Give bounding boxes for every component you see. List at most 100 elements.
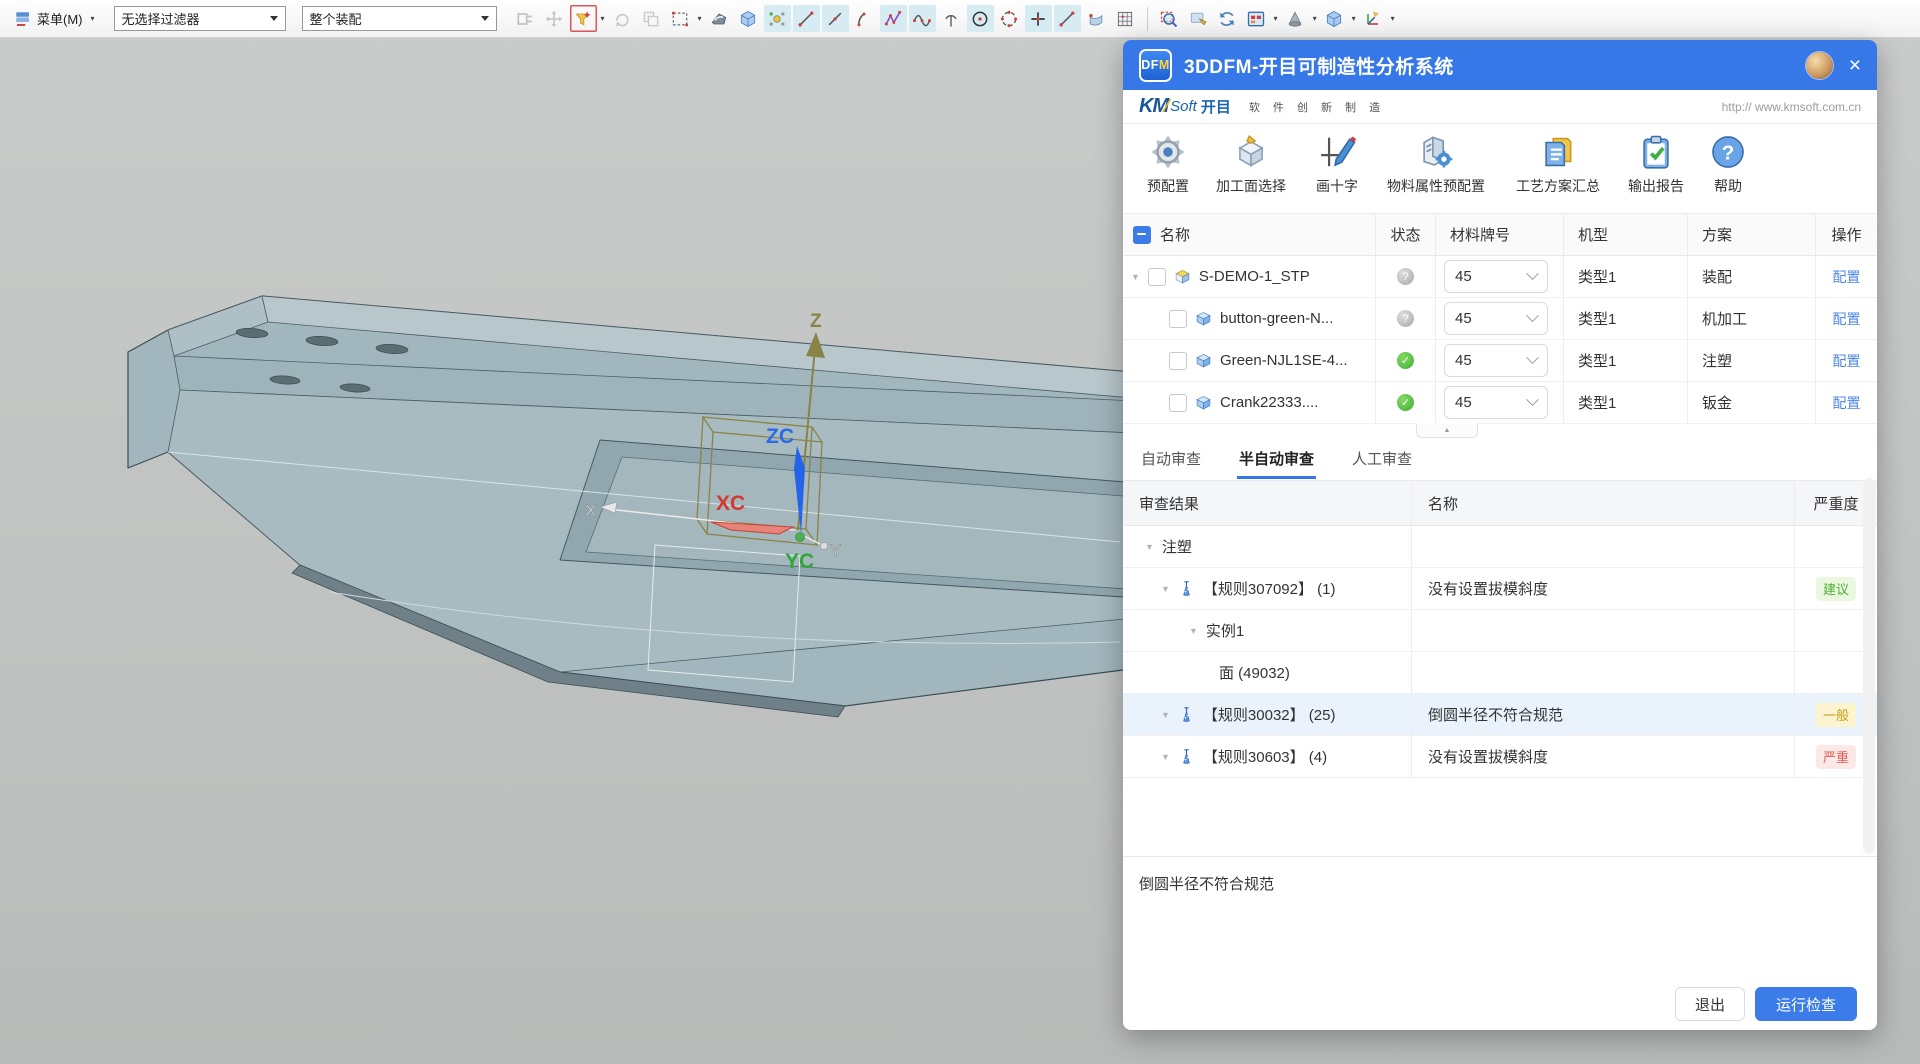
detail-section: 倒圆半径不符合规范 退出 运行检查: [1123, 856, 1877, 1030]
xc-axis-label: XC: [716, 492, 745, 515]
datum-grid-icon[interactable]: [1112, 5, 1139, 32]
result-row[interactable]: ▼ 实例1: [1123, 610, 1877, 652]
configure-link[interactable]: 配置: [1833, 309, 1861, 329]
close-icon[interactable]: ×: [1849, 55, 1861, 76]
associative-line-icon[interactable]: [1054, 5, 1081, 32]
configure-link[interactable]: 配置: [1833, 351, 1861, 371]
select-all-checkbox[interactable]: [1133, 226, 1151, 244]
circle-points-icon[interactable]: [996, 5, 1023, 32]
result-row[interactable]: ▼ 【规则307092】 (1) 没有设置拔模斜度 建议: [1123, 568, 1877, 610]
gear-icon: [1149, 133, 1187, 171]
menu-button[interactable]: 菜单(M) ▾: [8, 9, 104, 28]
configure-link[interactable]: 配置: [1833, 393, 1861, 413]
selection-scope-select[interactable]: 整个装配: [302, 6, 497, 31]
line-point-icon[interactable]: [822, 5, 849, 32]
selection-scope-value: 整个装配: [310, 9, 362, 28]
block-icon[interactable]: [735, 5, 762, 32]
run-check-button[interactable]: 运行检查: [1755, 987, 1857, 1021]
kmsoft-logo-soft: Soft: [1170, 98, 1197, 115]
refresh-icon[interactable]: [1214, 5, 1241, 32]
expand-caret-icon[interactable]: ▼: [1161, 710, 1170, 720]
pattern-component-icon[interactable]: [638, 5, 665, 32]
y-axis-label: Y: [830, 541, 841, 560]
expand-caret-icon[interactable]: ▼: [1161, 584, 1170, 594]
perpendicular-line-icon[interactable]: [938, 5, 965, 32]
expand-caret-icon[interactable]: ▼: [1145, 542, 1154, 552]
render-style-icon[interactable]: [1282, 5, 1309, 32]
reposition-component-icon[interactable]: [609, 5, 636, 32]
circle-icon[interactable]: [967, 5, 994, 32]
rule-description: 没有设置拔模斜度: [1412, 736, 1795, 777]
table-row[interactable]: Crank22333.... ✓ 45 类型1 钣金 配置: [1123, 382, 1877, 424]
sheet-body-icon[interactable]: [1083, 5, 1110, 32]
result-row[interactable]: 面 (49032): [1123, 652, 1877, 694]
col-result-name: 名称: [1412, 481, 1795, 525]
table-row[interactable]: Green-NJL1SE-4... ✓ 45 类型1 注塑 配置: [1123, 340, 1877, 382]
table-row[interactable]: ▼ S-DEMO-1_STP ? 45 类型1 装配 配置: [1123, 256, 1877, 298]
row-checkbox[interactable]: [1169, 352, 1187, 370]
result-row-selected[interactable]: ▼ 【规则30032】 (25) 倒圆半径不符合规范 一般: [1123, 694, 1877, 736]
row-checkbox[interactable]: [1169, 310, 1187, 328]
render-style-caret-icon[interactable]: ▾: [1313, 14, 1317, 23]
studio-spline-icon[interactable]: [880, 5, 907, 32]
rect-select-icon[interactable]: [667, 5, 694, 32]
user-avatar[interactable]: [1806, 52, 1833, 79]
window-layout-caret-icon[interactable]: ▾: [1274, 14, 1278, 23]
selection-filter-icon[interactable]: [570, 5, 597, 32]
material-attr-preconfig-button[interactable]: 物料属性预配置: [1371, 133, 1501, 196]
window-layout-icon[interactable]: [1243, 5, 1270, 32]
assembly-constraints-icon[interactable]: [512, 5, 539, 32]
rule-label: 【规则30032】 (25): [1203, 704, 1336, 725]
extrude-icon[interactable]: [706, 5, 733, 32]
help-button[interactable]: 帮助: [1663, 133, 1793, 196]
expand-caret-icon[interactable]: ▼: [1189, 626, 1198, 636]
result-row[interactable]: ▼ 【规则30603】 (4) 没有设置拔模斜度 严重: [1123, 736, 1877, 778]
table-row[interactable]: button-green-N... ? 45 类型1 机加工 配置: [1123, 298, 1877, 340]
panel-titlebar[interactable]: DFM 3DDFM-开目可制造性分析系统 ×: [1123, 40, 1877, 90]
point-icon[interactable]: [1025, 5, 1052, 32]
point-set-icon[interactable]: [764, 5, 791, 32]
tab-semi-auto-review[interactable]: 半自动审查: [1237, 439, 1316, 479]
material-select[interactable]: 45: [1444, 302, 1548, 335]
expand-caret-icon[interactable]: ▼: [1161, 752, 1170, 762]
view-cube-caret-icon[interactable]: ▾: [1352, 14, 1356, 23]
filter-caret-icon[interactable]: ▾: [601, 14, 605, 23]
pan-view-icon[interactable]: [1185, 5, 1212, 32]
screen: Z ZC XC YC X Y 菜单(M) ▾ 无选择过滤器 整个装配 ▾: [0, 0, 1920, 1064]
rect-select-caret-icon[interactable]: ▾: [698, 14, 702, 23]
selection-filter-select[interactable]: 无选择过滤器: [114, 6, 286, 31]
configure-link[interactable]: 配置: [1833, 267, 1861, 287]
bridge-curve-icon[interactable]: [851, 5, 878, 32]
orient-view-icon[interactable]: [1360, 5, 1387, 32]
origin-handle[interactable]: [796, 533, 805, 542]
brand-tagline: 软 件 创 新 制 造: [1249, 99, 1385, 115]
part-name: Crank22333....: [1220, 394, 1318, 411]
plan-value: 机加工: [1688, 298, 1816, 339]
view-cube-icon[interactable]: [1321, 5, 1348, 32]
move-component-icon[interactable]: [541, 5, 568, 32]
col-plan: 方案: [1688, 214, 1816, 255]
line-icon[interactable]: [793, 5, 820, 32]
status-ok-icon: ✓: [1397, 394, 1414, 411]
expand-caret-icon[interactable]: ▼: [1131, 272, 1140, 282]
tab-manual-review[interactable]: 人工审查: [1350, 439, 1414, 479]
machine-type: 类型1: [1564, 298, 1688, 339]
material-select[interactable]: 45: [1444, 260, 1548, 293]
row-checkbox[interactable]: [1169, 394, 1187, 412]
tab-auto-review[interactable]: 自动审查: [1139, 439, 1203, 479]
results-scrollbar[interactable]: [1863, 478, 1875, 854]
severity-badge: 建议: [1816, 577, 1856, 601]
exit-button[interactable]: 退出: [1675, 987, 1745, 1021]
panel-title: 3DDFM-开目可制造性分析系统: [1184, 52, 1454, 79]
zoom-region-icon[interactable]: [1156, 5, 1183, 32]
yc-axis-label: YC: [785, 550, 814, 573]
fit-curve-icon[interactable]: [909, 5, 936, 32]
material-select[interactable]: 45: [1444, 344, 1548, 377]
material-select[interactable]: 45: [1444, 386, 1548, 419]
result-row[interactable]: ▼ 注塑: [1123, 526, 1877, 568]
row-checkbox[interactable]: [1148, 268, 1166, 286]
collapse-handle[interactable]: ▲: [1416, 423, 1478, 438]
face-label: 面 (49032): [1219, 662, 1290, 683]
orient-view-caret-icon[interactable]: ▾: [1391, 14, 1395, 23]
box-select-icon: [1232, 133, 1270, 171]
